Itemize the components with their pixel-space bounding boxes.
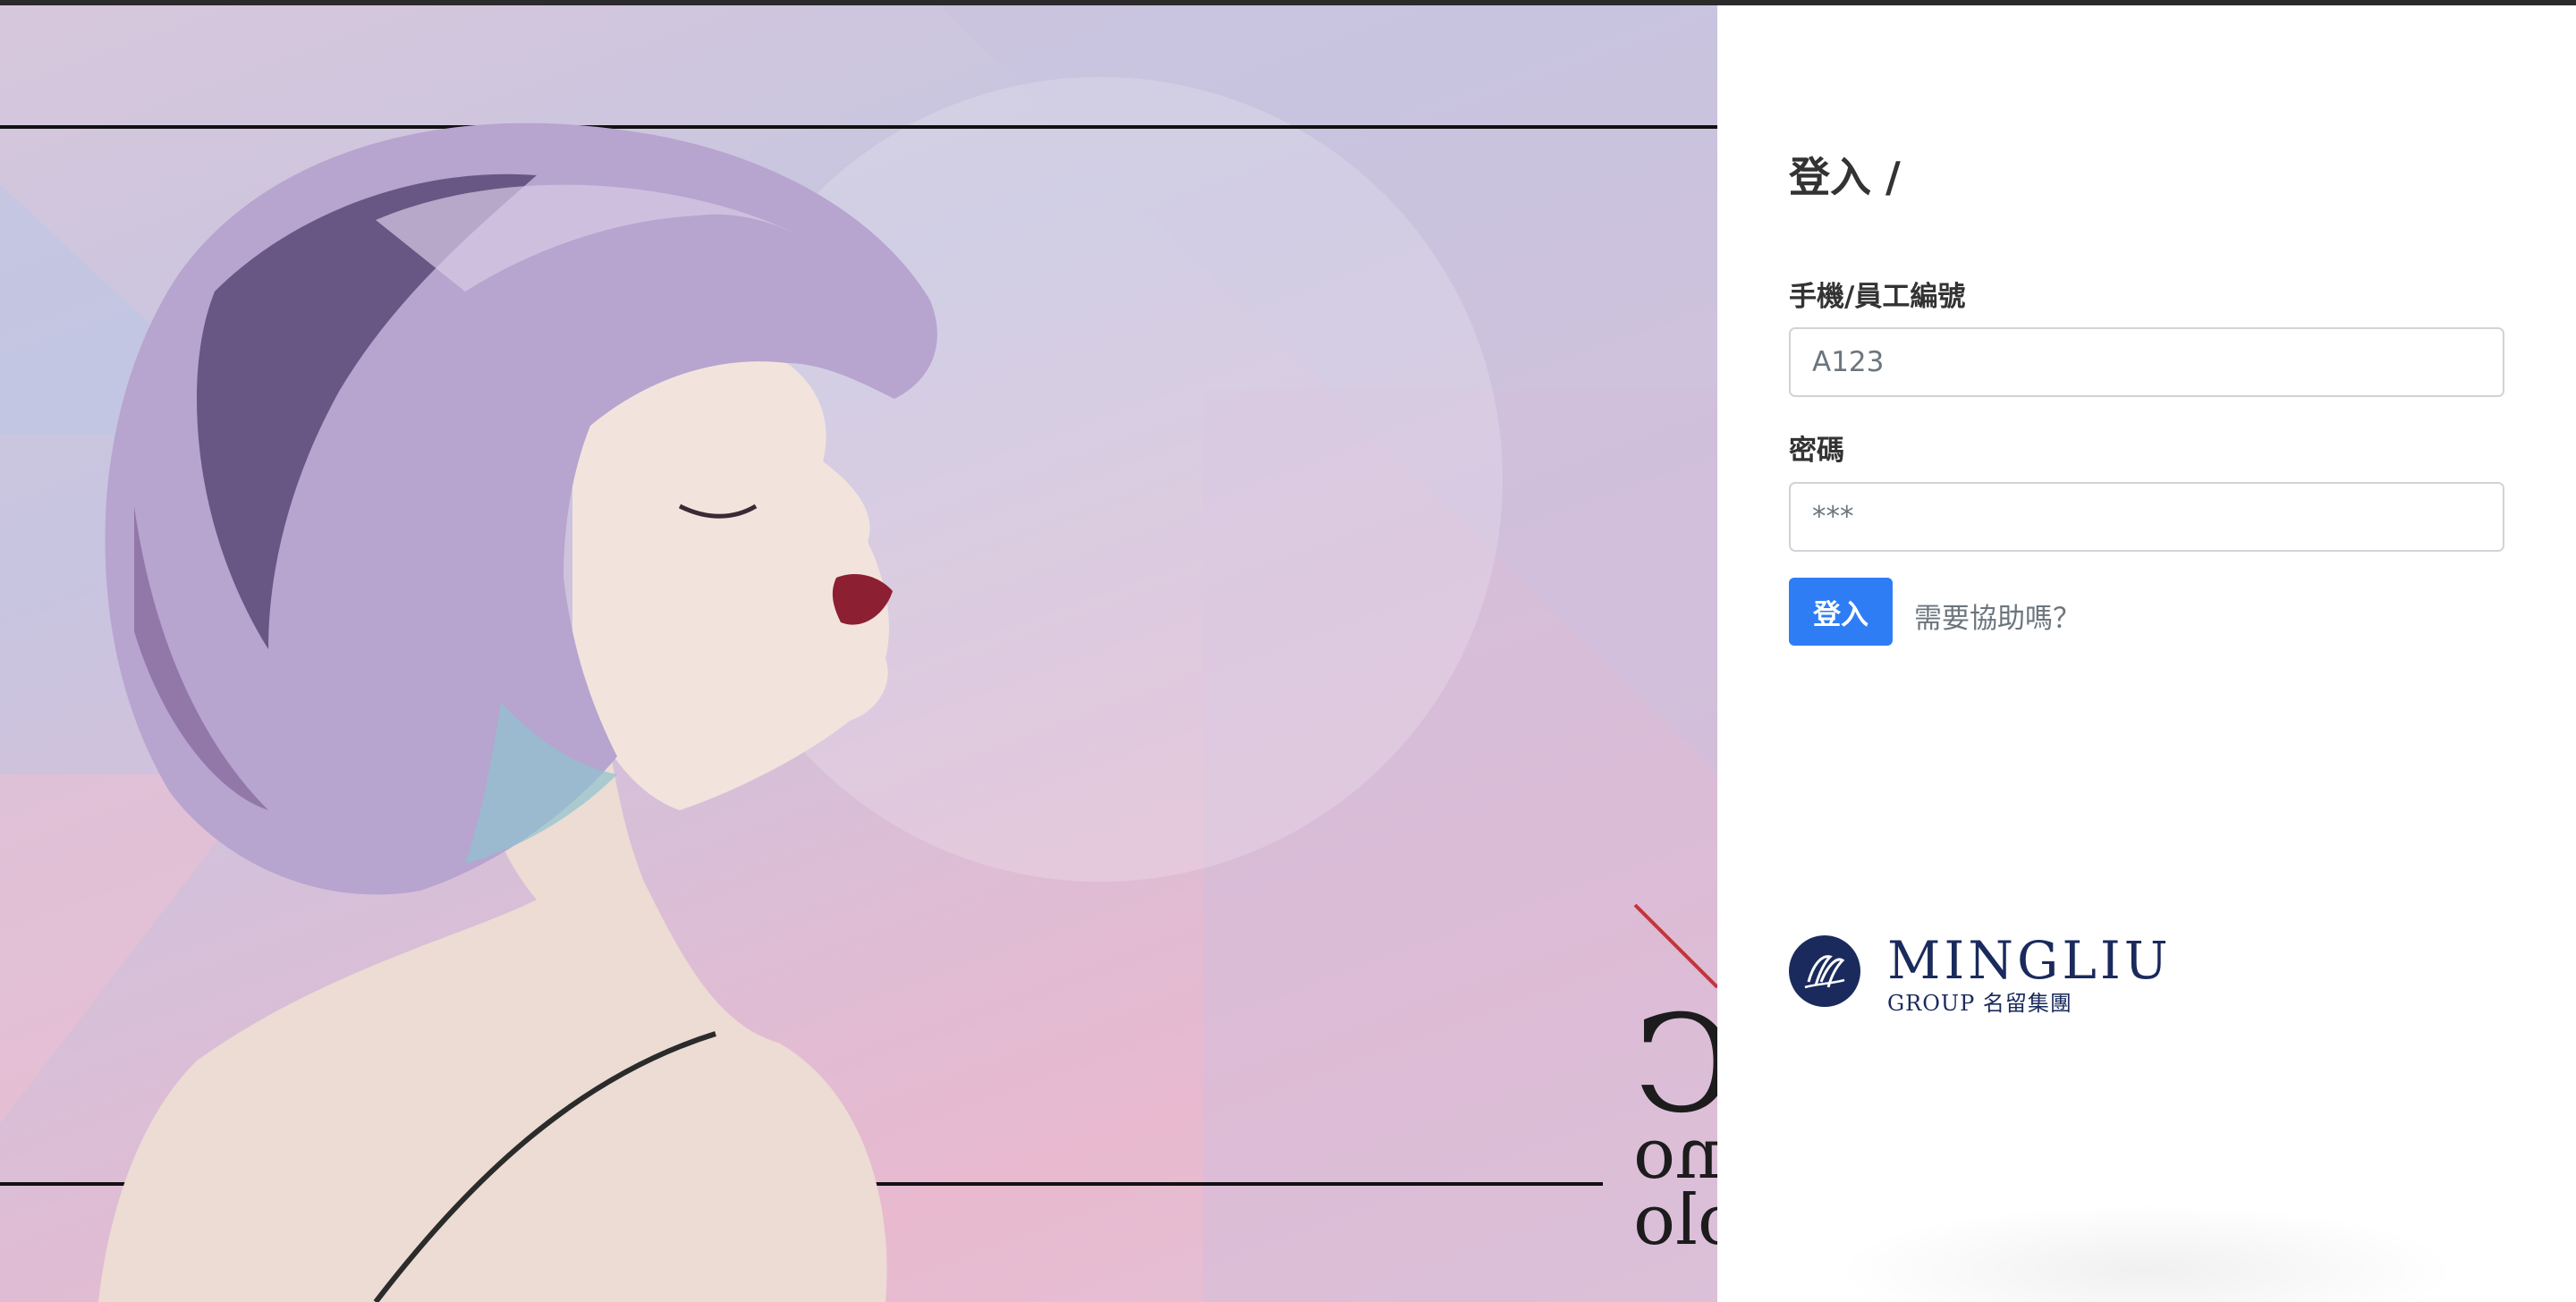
hero-text-line-2: rolo xyxy=(1633,1180,1717,1261)
hero-text-letter: C xyxy=(1633,987,1717,1143)
account-label: 手機/員工編號 xyxy=(1789,281,1966,313)
login-panel: 登入 / 手機/員工編號 密碼 登入 需要協助嗎？ MINGLIU GROUP … xyxy=(1717,5,2576,1302)
mingliu-emblem-icon xyxy=(1789,935,1860,1007)
account-input[interactable] xyxy=(1789,327,2504,397)
hero-image: C lano rolo xyxy=(0,5,1717,1302)
panel-shadow xyxy=(1834,1204,2460,1302)
logo-wordmark: MINGLIU xyxy=(1887,930,2172,991)
hero-illustration xyxy=(0,5,1717,1302)
hero-text-line-1: lano xyxy=(1633,1114,1717,1195)
password-input[interactable] xyxy=(1789,482,2504,552)
company-logo: MINGLIU GROUP 名留集團 xyxy=(1789,930,2182,1016)
login-button[interactable]: 登入 xyxy=(1789,578,1893,646)
help-link[interactable]: 需要協助嗎？ xyxy=(1914,596,2080,636)
logo-subtitle: GROUP 名留集團 xyxy=(1887,991,2072,1016)
page-title: 登入 / xyxy=(1789,153,1901,201)
password-label: 密碼 xyxy=(1789,435,1844,467)
